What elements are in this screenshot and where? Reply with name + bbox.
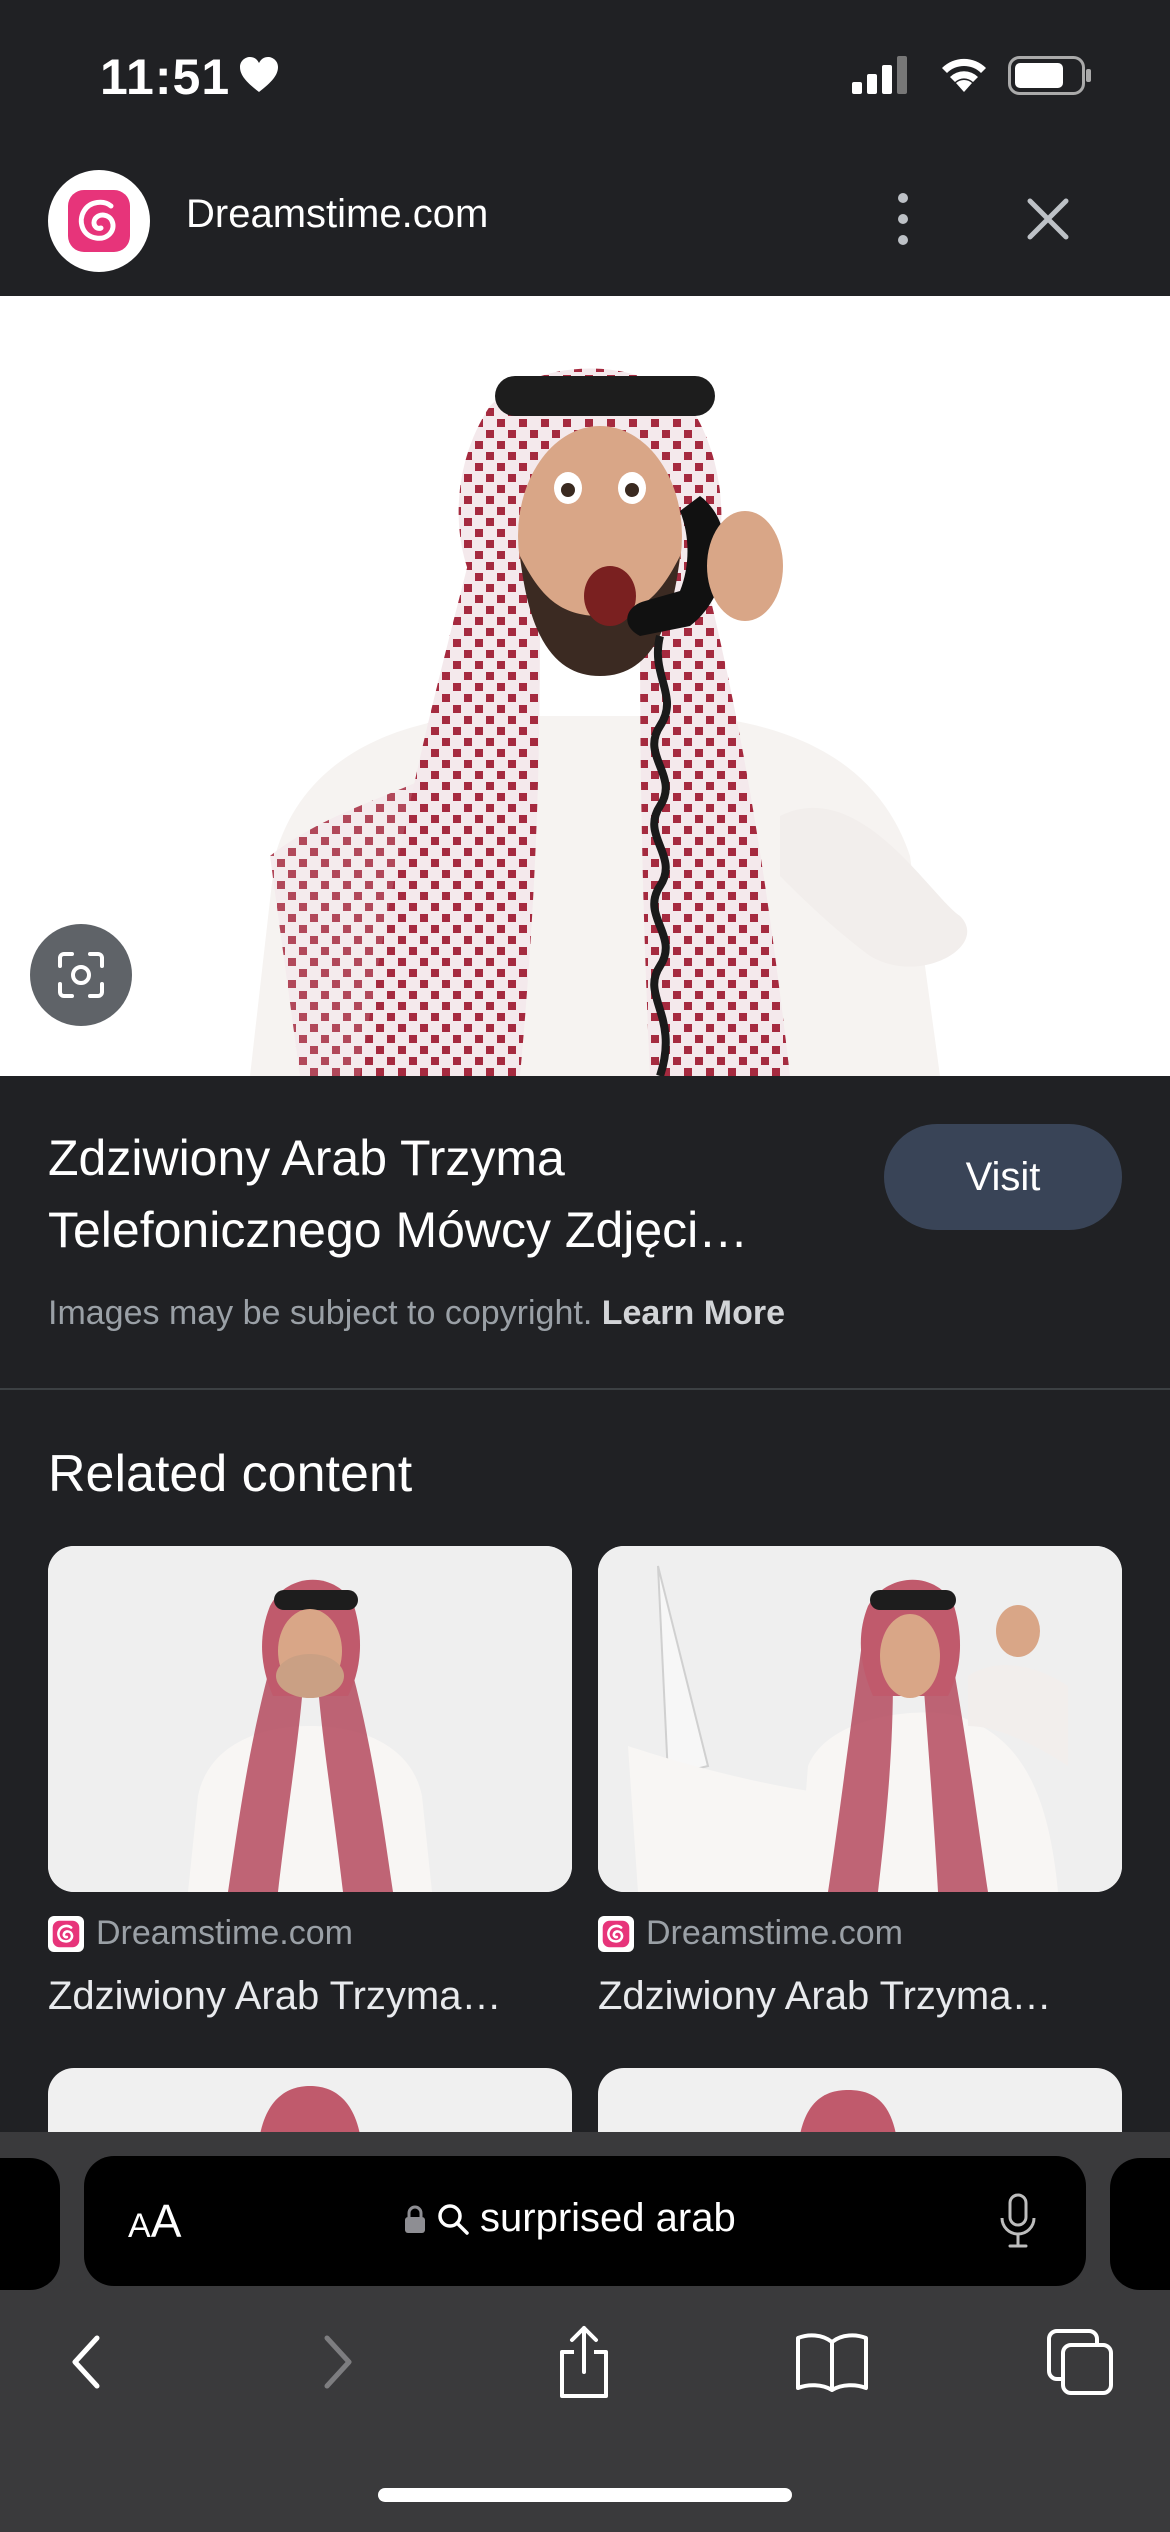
related-card-title[interactable]: Zdziwiony Arab Trzyma… xyxy=(48,1974,568,2019)
related-heading: Related content xyxy=(48,1445,413,1503)
signal-icon xyxy=(852,56,907,94)
related-card-image[interactable] xyxy=(48,1546,572,1892)
divider xyxy=(0,1388,1170,1390)
dreamstime-favicon xyxy=(598,1915,634,1952)
related-thumbnail xyxy=(598,1546,1122,1892)
dreamstime-icon xyxy=(602,1920,630,1947)
next-tab-peek[interactable] xyxy=(1110,2158,1170,2290)
visit-button[interactable]: Visit xyxy=(884,1124,1122,1230)
lock-icon xyxy=(405,2205,425,2233)
dreamstime-icon xyxy=(68,190,130,252)
related-card-source-name: Dreamstime.com xyxy=(96,1914,353,1952)
close-button[interactable] xyxy=(1016,184,1080,254)
bookmarks-button[interactable] xyxy=(792,2322,872,2402)
tabs-icon xyxy=(1047,2329,1113,2395)
related-card-image[interactable] xyxy=(598,1546,1122,1892)
wifi-icon xyxy=(942,58,986,92)
related-card-source[interactable]: Dreamstime.com xyxy=(48,1914,353,1953)
lens-icon xyxy=(58,952,104,998)
related-card-source[interactable]: Dreamstime.com xyxy=(598,1914,903,1953)
forward-button[interactable] xyxy=(298,2322,378,2402)
battery-icon xyxy=(1008,56,1091,95)
result-title-line1: Zdziwiony Arab Trzyma xyxy=(48,1130,565,1186)
learn-more-link[interactable]: Learn More xyxy=(602,1294,785,1332)
tabs-button[interactable] xyxy=(1040,2322,1120,2402)
page-settings-button[interactable]: AA xyxy=(128,2194,181,2248)
more-icon xyxy=(898,193,908,245)
aa-large-label: A xyxy=(150,2195,182,2247)
aa-small-label: A xyxy=(128,2207,151,2245)
browser-toolbar: AA surprised arab xyxy=(0,2132,1170,2532)
share-button[interactable] xyxy=(544,2322,624,2402)
address-bar[interactable]: AA surprised arab xyxy=(84,2156,1086,2286)
back-button[interactable] xyxy=(46,2322,126,2402)
man-on-phone-illustration xyxy=(250,368,968,1076)
preview-image[interactable] xyxy=(0,296,1170,1076)
result-title-line2: Telefonicznego Mówcy Zdjęci… xyxy=(48,1202,749,1258)
site-name[interactable]: Dreamstime.com xyxy=(186,192,488,237)
previous-tab-peek[interactable] xyxy=(0,2158,60,2290)
dreamstime-icon xyxy=(52,1920,80,1947)
mic-icon xyxy=(1000,2193,1036,2248)
status-bar: 11:51 xyxy=(0,0,1170,150)
result-title: Zdziwiony Arab Trzyma Telefonicznego Mów… xyxy=(48,1122,848,1266)
related-card-title[interactable]: Zdziwiony Arab Trzyma… xyxy=(598,1974,1118,2019)
bookmarks-icon xyxy=(796,2333,868,2392)
close-icon xyxy=(1027,198,1069,240)
source-header: Dreamstime.com xyxy=(0,150,1170,297)
copyright-text: Images may be subject to copyright. xyxy=(48,1294,593,1332)
copyright-notice: Images may be subject to copyright. Lear… xyxy=(48,1294,785,1333)
heart-icon xyxy=(240,57,278,92)
back-icon xyxy=(72,2335,100,2389)
share-icon xyxy=(560,2326,608,2398)
status-time: 11:51 xyxy=(100,49,231,105)
search-icon xyxy=(438,2203,469,2235)
address-text[interactable]: surprised arab xyxy=(480,2196,736,2241)
dreamstime-logo[interactable] xyxy=(48,170,150,272)
lens-button[interactable] xyxy=(30,924,132,1026)
related-thumbnail xyxy=(48,1546,572,1892)
related-card-source-name: Dreamstime.com xyxy=(646,1914,903,1952)
dreamstime-favicon xyxy=(48,1915,84,1952)
address-text-wrap[interactable]: surprised arab xyxy=(404,2196,736,2241)
home-indicator[interactable] xyxy=(378,2488,792,2502)
voice-search-button[interactable] xyxy=(998,2192,1038,2255)
forward-icon xyxy=(324,2335,352,2389)
more-options-button[interactable] xyxy=(880,184,926,254)
